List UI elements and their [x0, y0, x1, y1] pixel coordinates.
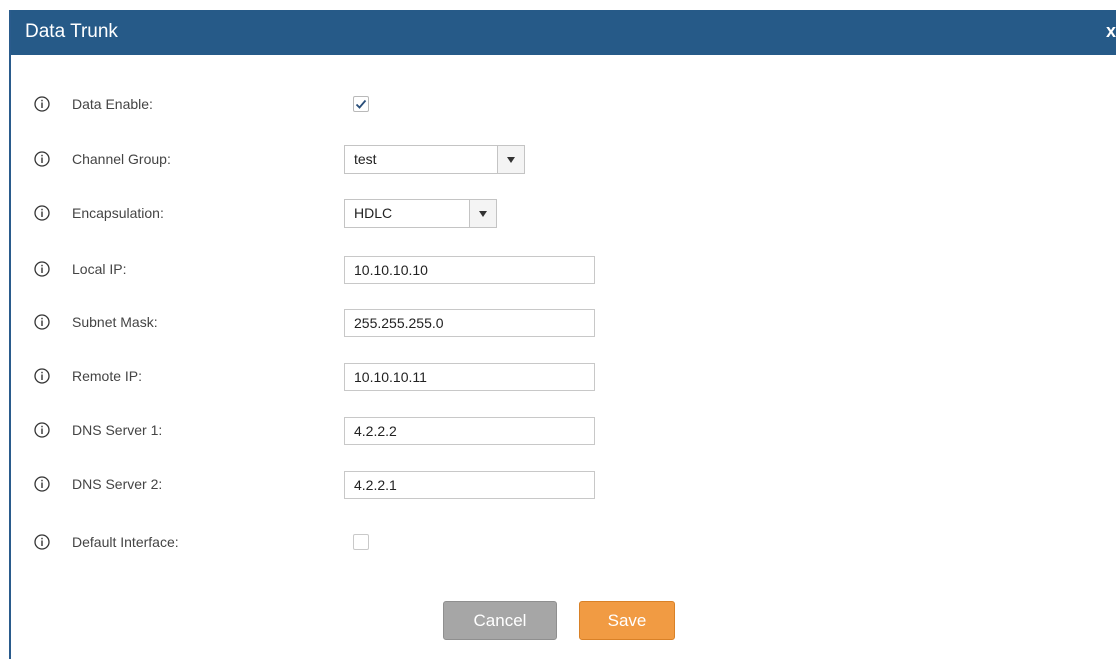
dialog-title: Data Trunk	[25, 21, 118, 42]
dns-server-1-input[interactable]: 4.2.2.2	[344, 417, 595, 445]
dns-server-1-label: DNS Server 1:	[72, 422, 163, 438]
row-dns-server-2: DNS Server 2: 4.2.2.1	[11, 471, 1011, 501]
local-ip-input[interactable]: 10.10.10.10	[344, 256, 595, 284]
data-enable-checkbox[interactable]	[353, 96, 369, 112]
subnet-mask-input[interactable]: 255.255.255.0	[344, 309, 595, 337]
channel-group-label: Channel Group:	[72, 151, 171, 167]
data-trunk-dialog: Data Trunk x Data Enable: Channel Group:…	[9, 10, 1116, 659]
info-icon[interactable]	[34, 205, 50, 221]
row-channel-group: Channel Group: test	[11, 145, 1011, 176]
subnet-mask-label: Subnet Mask:	[72, 314, 158, 330]
encapsulation-label: Encapsulation:	[72, 205, 164, 221]
dns-server-2-input[interactable]: 4.2.2.1	[344, 471, 595, 499]
row-subnet-mask: Subnet Mask: 255.255.255.0	[11, 309, 1011, 339]
remote-ip-label: Remote IP:	[72, 368, 143, 384]
default-interface-label: Default Interface:	[72, 534, 179, 550]
info-icon[interactable]	[34, 96, 50, 112]
info-icon[interactable]	[34, 476, 50, 492]
dropdown-arrow[interactable]	[497, 146, 524, 173]
data-enable-label: Data Enable:	[72, 96, 153, 112]
encapsulation-value: HDLC	[354, 205, 393, 221]
local-ip-label: Local IP:	[72, 261, 127, 277]
row-data-enable: Data Enable:	[11, 91, 1011, 121]
row-remote-ip: Remote IP: 10.10.10.11	[11, 363, 1011, 393]
save-button[interactable]: Save	[579, 601, 675, 640]
info-icon[interactable]	[34, 422, 50, 438]
dialog-titlebar: Data Trunk x	[11, 10, 1116, 55]
info-icon[interactable]	[34, 261, 50, 277]
channel-group-value: test	[354, 151, 377, 167]
dropdown-arrow[interactable]	[469, 200, 496, 227]
caret-down-icon	[507, 157, 515, 163]
row-local-ip: Local IP: 10.10.10.10	[11, 256, 1011, 286]
checkmark-icon	[355, 99, 367, 109]
info-icon[interactable]	[34, 368, 50, 384]
caret-down-icon	[479, 211, 487, 217]
info-icon[interactable]	[34, 314, 50, 330]
row-default-interface: Default Interface:	[11, 529, 1011, 559]
row-dns-server-1: DNS Server 1: 4.2.2.2	[11, 417, 1011, 447]
encapsulation-select[interactable]: HDLC	[344, 199, 497, 228]
dns-server-2-label: DNS Server 2:	[72, 476, 163, 492]
info-icon[interactable]	[34, 534, 50, 550]
channel-group-select[interactable]: test	[344, 145, 525, 174]
remote-ip-input[interactable]: 10.10.10.11	[344, 363, 595, 391]
close-button[interactable]: x	[1106, 21, 1116, 42]
cancel-button[interactable]: Cancel	[443, 601, 557, 640]
info-icon[interactable]	[34, 151, 50, 167]
row-encapsulation: Encapsulation: HDLC	[11, 199, 1011, 230]
default-interface-checkbox[interactable]	[353, 534, 369, 550]
